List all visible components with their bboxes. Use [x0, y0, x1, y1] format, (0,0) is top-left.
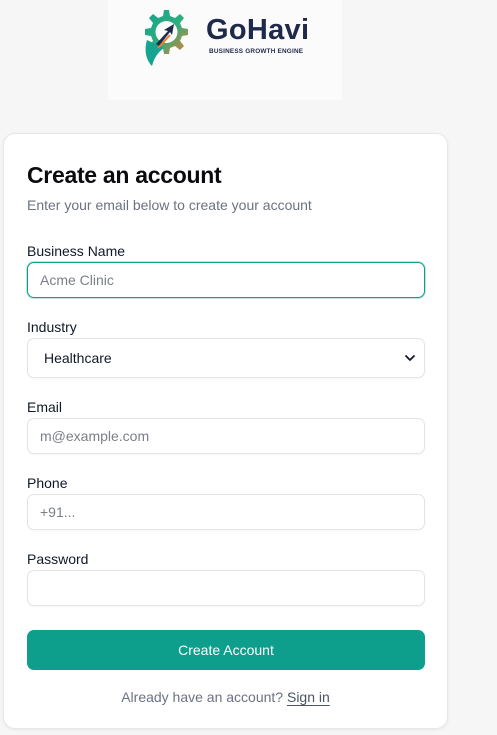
create-account-button[interactable]: Create Account: [27, 630, 425, 670]
email-label: Email: [27, 399, 63, 415]
industry-label: Industry: [27, 319, 77, 335]
gear-arrow-logo-icon: [145, 10, 188, 66]
password-label: Password: [27, 551, 89, 567]
brand-logo: GoHavi BUSINESS GROWTH ENGINE: [108, 0, 342, 100]
chevron-down-icon: [405, 355, 415, 361]
password-input[interactable]: [27, 570, 425, 606]
signin-prompt-text: Already have an account?: [121, 689, 284, 705]
business-name-input[interactable]: [27, 262, 425, 298]
phone-label: Phone: [27, 475, 68, 491]
page-subtitle: Enter your email below to create your ac…: [27, 197, 312, 213]
industry-selected-value: Healthcare: [44, 350, 112, 366]
signup-card: Create an account Enter your email below…: [3, 133, 448, 729]
phone-input[interactable]: [27, 494, 425, 530]
industry-select[interactable]: Healthcare: [27, 338, 425, 378]
brand-tagline: BUSINESS GROWTH ENGINE: [209, 48, 304, 55]
signin-prompt: Already have an account? Sign in: [4, 689, 447, 705]
signin-link[interactable]: Sign in: [287, 689, 330, 705]
page-title: Create an account: [27, 162, 222, 188]
business-name-label: Business Name: [27, 243, 126, 259]
brand-name: GoHavi: [206, 14, 310, 46]
email-input[interactable]: [27, 418, 425, 454]
